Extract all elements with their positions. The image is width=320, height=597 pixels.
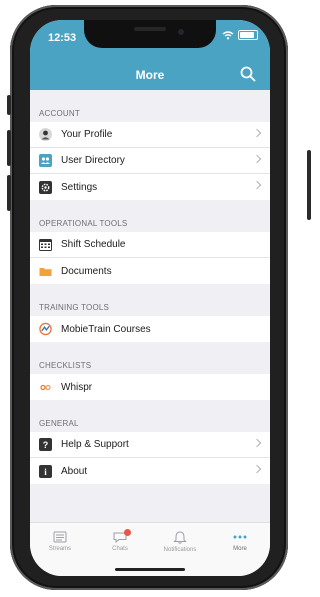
svg-text:?: ? <box>43 440 49 450</box>
status-time: 12:53 <box>48 32 77 44</box>
folder-icon <box>39 265 52 278</box>
list-item-your-profile[interactable]: Your Profile <box>30 122 270 148</box>
shift-schedule-label: Shift Schedule <box>61 239 126 250</box>
chevron-right-icon <box>252 128 262 138</box>
info-icon: i <box>39 464 52 478</box>
side-button <box>307 150 311 220</box>
operational-tools-group: Shift Schedule Documents <box>30 232 270 284</box>
chevron-right-icon <box>252 464 262 474</box>
users-icon <box>39 154 52 167</box>
notch <box>84 20 216 48</box>
tab-bar: Streams Chats Notifications More <box>30 522 270 576</box>
section-header-account: ACCOUNT <box>39 109 80 118</box>
list-item-help-support[interactable]: ? Help & Support <box>30 432 270 458</box>
tab-label-more: More <box>233 546 247 552</box>
user-directory-label: User Directory <box>61 155 125 166</box>
help-support-label: Help & Support <box>61 439 129 450</box>
speaker <box>134 27 166 31</box>
chevron-right-icon <box>252 180 262 190</box>
home-indicator[interactable] <box>115 568 185 571</box>
tab-label-chats: Chats <box>112 546 128 552</box>
list-item-whispr[interactable]: Whispr <box>30 374 270 400</box>
section-header-operational-tools: OPERATIONAL TOOLS <box>39 219 128 228</box>
training-tools-group: MobieTrain Courses <box>30 316 270 342</box>
mute-switch <box>7 95 11 115</box>
bell-icon <box>173 531 187 544</box>
list-item-settings[interactable]: Settings <box>30 174 270 200</box>
camera <box>178 29 184 35</box>
search-icon[interactable] <box>240 66 256 82</box>
chevron-right-icon <box>252 438 262 448</box>
volume-up-button <box>7 130 11 166</box>
page-title: More <box>135 68 165 82</box>
more-list: ACCOUNT Your Profile User Directory Sett… <box>30 90 270 484</box>
section-header-checklists: CHECKLISTS <box>39 361 92 370</box>
profile-avatar-icon <box>39 128 52 141</box>
tab-label-streams: Streams <box>48 546 72 552</box>
section-header-general: GENERAL <box>39 419 79 428</box>
notification-badge <box>124 529 131 536</box>
list-item-mobietrain-courses[interactable]: MobieTrain Courses <box>30 316 270 342</box>
list-item-user-directory[interactable]: User Directory <box>30 148 270 174</box>
gear-icon <box>39 180 52 194</box>
tab-streams[interactable]: Streams <box>30 523 90 576</box>
about-label: About <box>61 465 88 477</box>
chevron-right-icon <box>252 154 262 164</box>
account-group: Your Profile User Directory Settings <box>30 122 270 200</box>
battery-icon <box>238 30 258 40</box>
mobietrain-logo-icon <box>39 322 52 336</box>
list-item-documents[interactable]: Documents <box>30 258 270 284</box>
volume-down-button <box>7 175 11 211</box>
section-header-training-tools: TRAINING TOOLS <box>39 303 110 312</box>
calendar-icon <box>39 238 52 251</box>
tab-label-notifications: Notifications <box>163 547 197 553</box>
whispr-logo-icon <box>39 381 52 394</box>
streams-icon <box>53 531 67 543</box>
list-item-shift-schedule[interactable]: Shift Schedule <box>30 232 270 258</box>
settings-label: Settings <box>61 181 98 193</box>
documents-label: Documents <box>61 265 112 277</box>
your-profile-label: Your Profile <box>61 129 113 140</box>
screen: 12:53 More ACCOUNT Your Profile User Dir… <box>30 20 270 576</box>
checklists-group: Whispr <box>30 374 270 400</box>
wifi-icon <box>222 30 234 39</box>
status-icons <box>222 30 258 40</box>
more-dots-icon <box>233 535 247 539</box>
general-group: ? Help & Support i About <box>30 432 270 484</box>
whispr-label: Whispr <box>61 381 93 393</box>
tab-more[interactable]: More <box>210 523 270 576</box>
mobietrain-courses-label: MobieTrain Courses <box>61 323 151 335</box>
help-question-icon: ? <box>39 438 52 451</box>
list-item-about[interactable]: i About <box>30 458 270 484</box>
